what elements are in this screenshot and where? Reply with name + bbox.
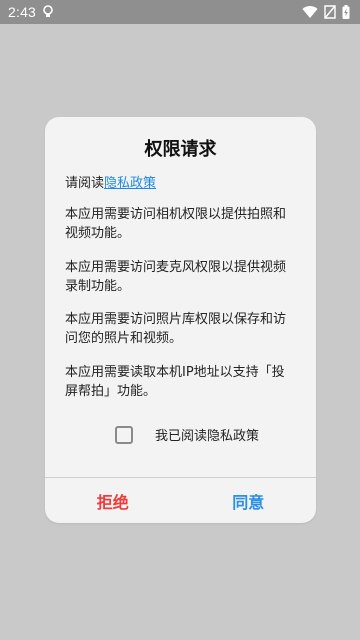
- status-left: 2:43: [8, 4, 54, 20]
- wifi-icon: [302, 5, 318, 19]
- no-sim-icon: [324, 5, 336, 19]
- agree-button[interactable]: 同意: [181, 478, 317, 523]
- agree-checkbox[interactable]: [115, 425, 133, 444]
- camera-permission-text: 本应用需要访问相机权限以提供拍照和视频功能。: [65, 207, 287, 241]
- status-right: [302, 5, 350, 19]
- read-prefix: 请阅读: [65, 176, 105, 191]
- read-policy-line: 请阅读隐私政策: [65, 172, 156, 191]
- permission-dialog: 权限请求 请阅读隐私政策 本应用需要访问相机权限以提供拍照和视频功能。 本应用需…: [45, 117, 316, 523]
- status-time: 2:43: [8, 4, 37, 20]
- lightbulb-icon: [42, 5, 54, 19]
- agree-policy-row[interactable]: 我已阅读隐私政策: [115, 425, 259, 444]
- microphone-permission-text: 本应用需要访问麦克风权限以提供视频录制功能。: [65, 260, 287, 294]
- ip-address-permission-text: 本应用需要读取本机IP地址以支持「投屏帮拍」功能。: [65, 365, 285, 399]
- agree-checkbox-label[interactable]: 我已阅读隐私政策: [155, 425, 259, 444]
- dialog-title: 权限请求: [144, 139, 217, 160]
- photo-library-permission-text: 本应用需要访问照片库权限以保存和访问您的照片和视频。: [65, 312, 287, 346]
- reject-button[interactable]: 拒绝: [45, 478, 181, 523]
- battery-charging-icon: [342, 5, 350, 19]
- privacy-policy-link[interactable]: 隐私政策: [104, 176, 156, 191]
- status-bar: 2:43: [0, 0, 360, 24]
